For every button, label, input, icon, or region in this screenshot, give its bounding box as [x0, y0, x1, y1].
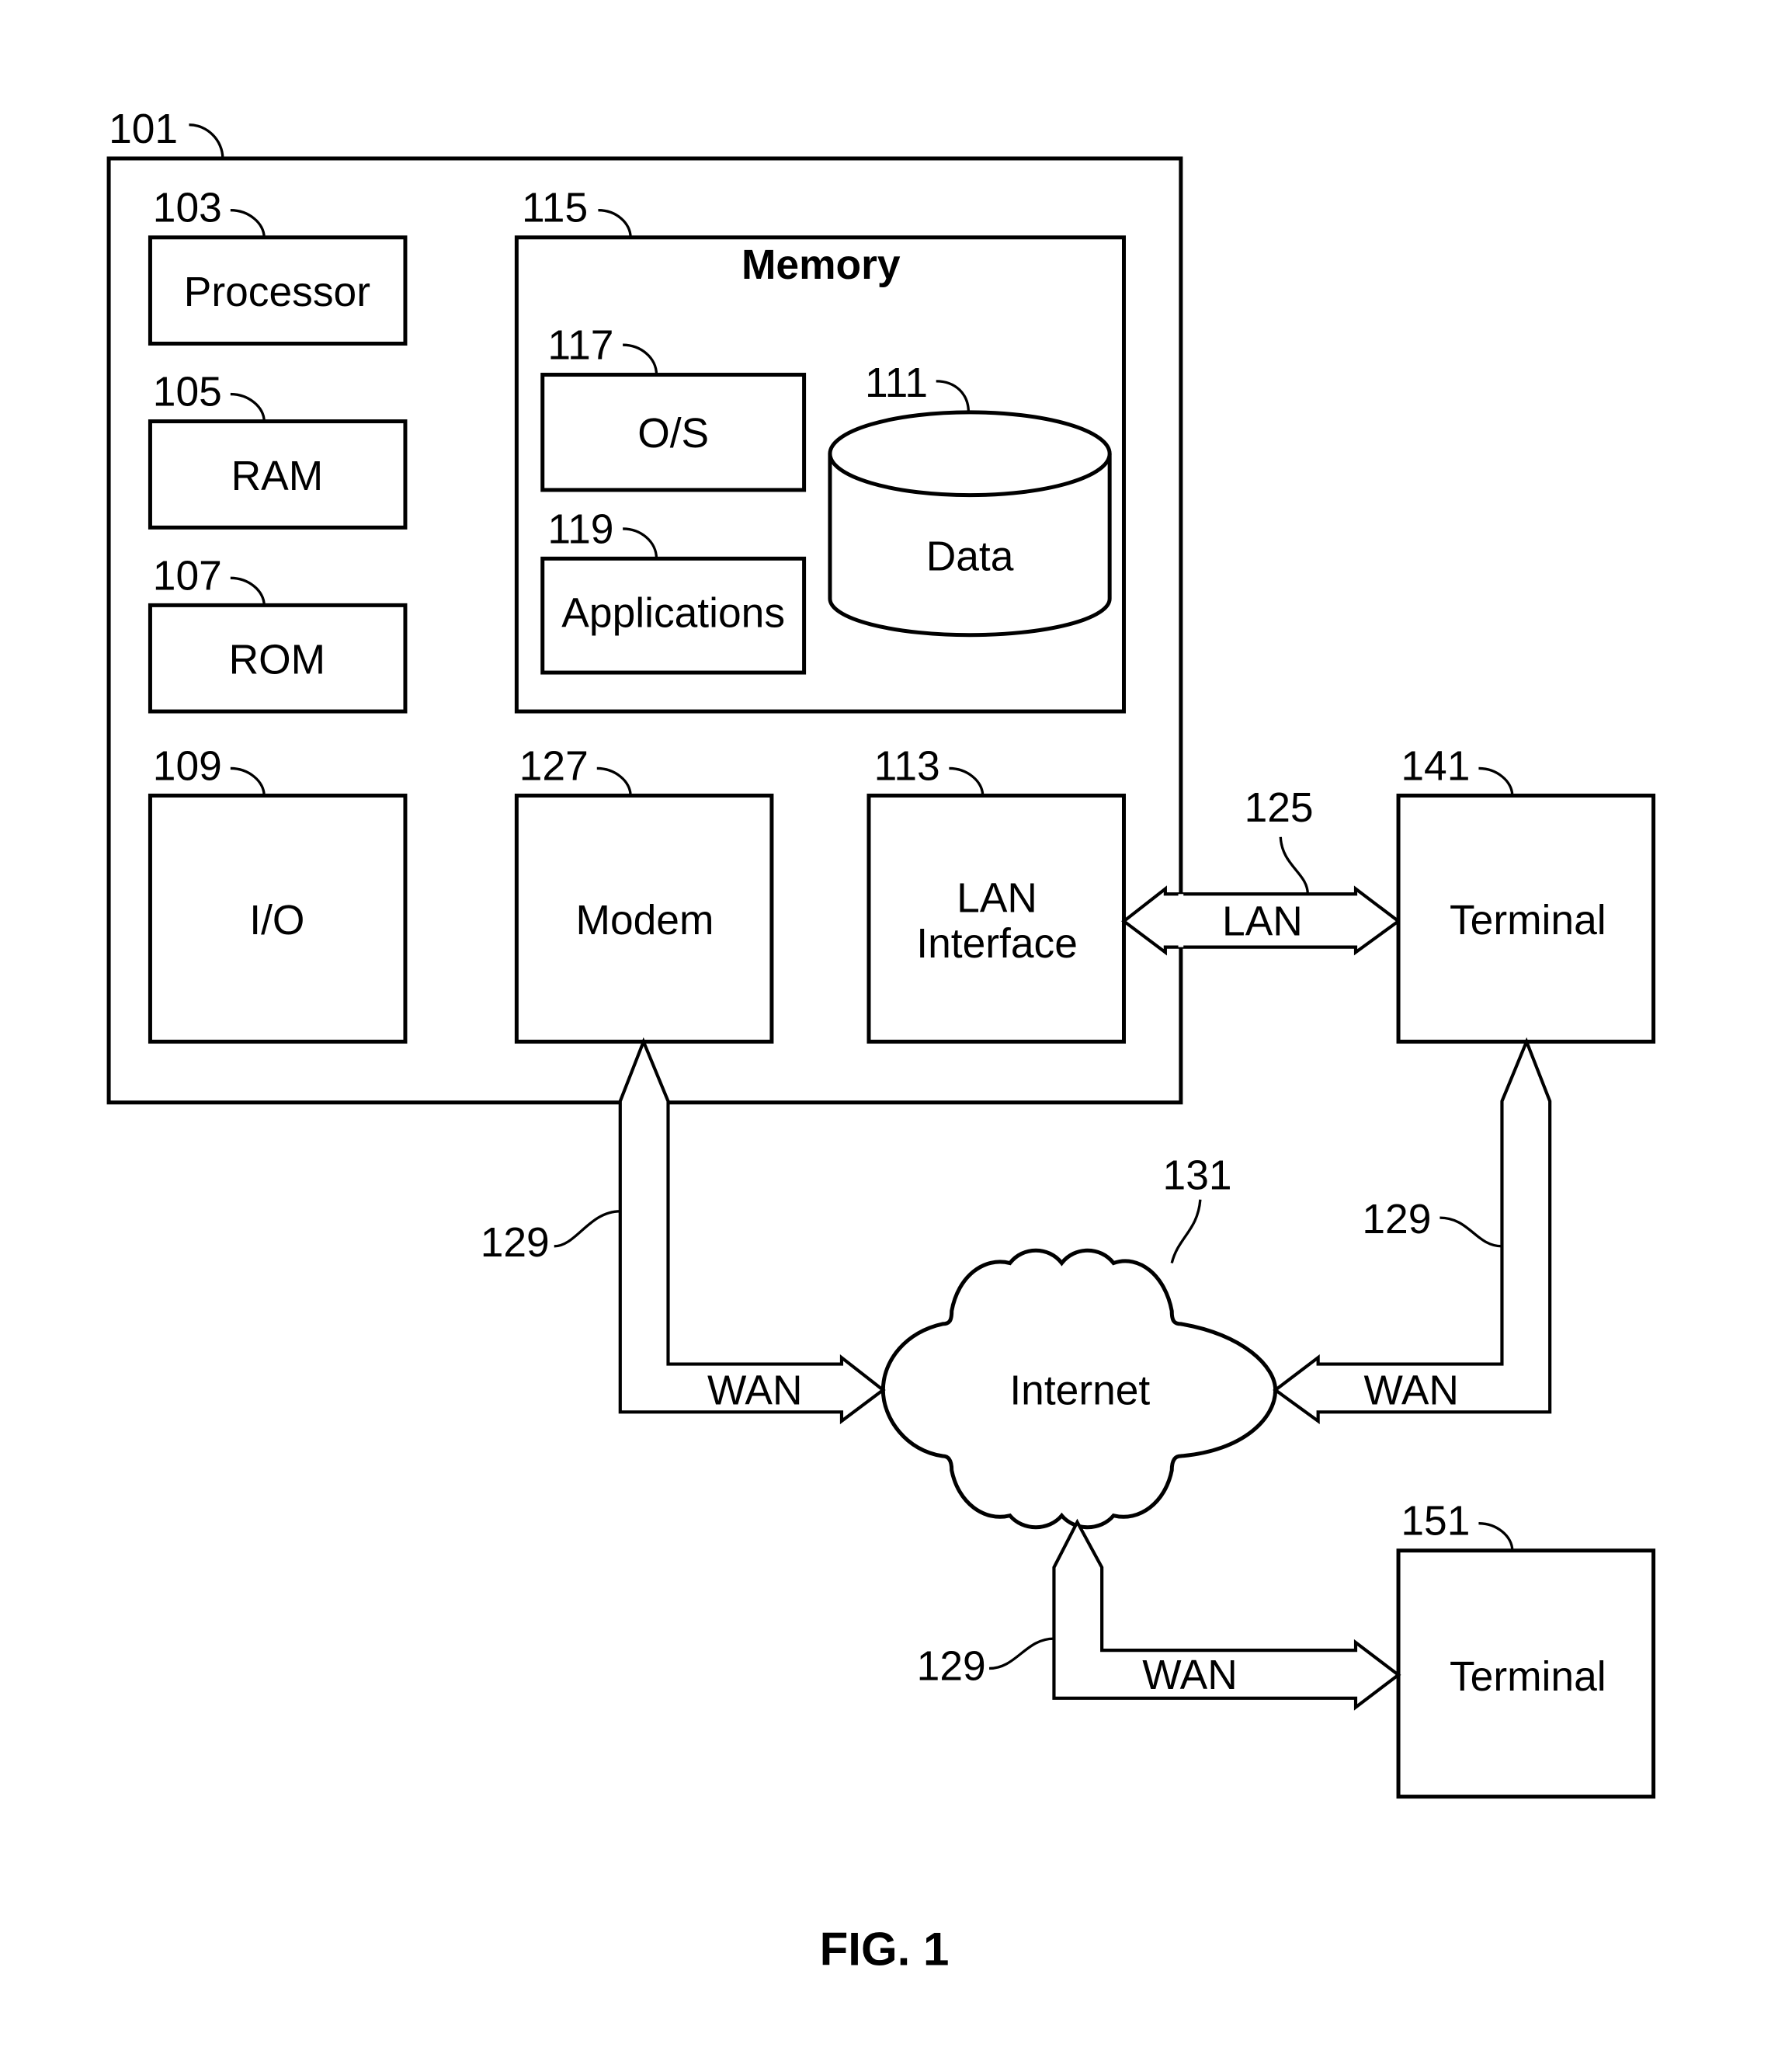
- ref-119: 119: [547, 506, 613, 552]
- data-label: Data: [926, 533, 1014, 579]
- terminal-151: 151 Terminal: [1396, 1499, 1656, 1799]
- terminal-151-label: Terminal: [1450, 1654, 1606, 1700]
- ref-111: 111: [865, 360, 928, 406]
- ref-107: 107: [153, 553, 222, 599]
- applications-label: Applications: [561, 591, 785, 637]
- ref-115: 115: [522, 186, 588, 231]
- ref-113: 113: [874, 743, 940, 789]
- wan-link-2-label: WAN: [1363, 1368, 1459, 1413]
- rom-label: ROM: [229, 638, 326, 683]
- ref-125: 125: [1245, 785, 1314, 831]
- memory-block: 115 Memory 117 O/S 119 Applications 111 …: [514, 186, 1127, 714]
- wan-link-3-label: WAN: [1142, 1653, 1238, 1698]
- wan-link-terminal-151: WAN 129: [917, 1518, 1401, 1711]
- ram-label: RAM: [231, 454, 324, 499]
- os-label: O/S: [637, 411, 709, 457]
- wan-link-1-label: WAN: [707, 1368, 803, 1413]
- memory-title: Memory: [741, 242, 901, 288]
- ref-103: 103: [153, 186, 222, 231]
- terminal-141-label: Terminal: [1450, 898, 1606, 944]
- lan-link-label: LAN: [1222, 899, 1303, 945]
- ref-131: 131: [1163, 1152, 1232, 1198]
- ref-105: 105: [153, 370, 222, 415]
- wan-link-terminal-141: WAN 129: [1273, 1037, 1552, 1425]
- io-label: I/O: [249, 898, 304, 944]
- ref-117: 117: [547, 323, 613, 369]
- network-diagram: 101 103 Processor 105 RAM 107 ROM 109 I/…: [106, 106, 1656, 1975]
- processor-label: Processor: [184, 269, 370, 315]
- terminal-141: 141 Terminal: [1396, 743, 1656, 1044]
- ref-141: 141: [1401, 743, 1470, 789]
- data-store-cylinder: [828, 410, 1112, 638]
- ref-129-b: 129: [1362, 1197, 1431, 1242]
- ref-127: 127: [519, 743, 589, 789]
- internet-cloud: Internet 131: [880, 1152, 1278, 1530]
- lan-interface-label-2: Interface: [916, 921, 1078, 967]
- ref-129-c: 129: [917, 1643, 986, 1689]
- ref-101: 101: [109, 106, 178, 152]
- lan-interface-label-1: LAN: [957, 876, 1037, 922]
- ref-109: 109: [153, 743, 222, 789]
- modem-label: Modem: [576, 898, 714, 944]
- ref-151: 151: [1401, 1499, 1470, 1545]
- figure-caption: FIG. 1: [820, 1923, 950, 1975]
- ref-129-a: 129: [481, 1220, 550, 1266]
- internet-label: Internet: [1009, 1368, 1150, 1413]
